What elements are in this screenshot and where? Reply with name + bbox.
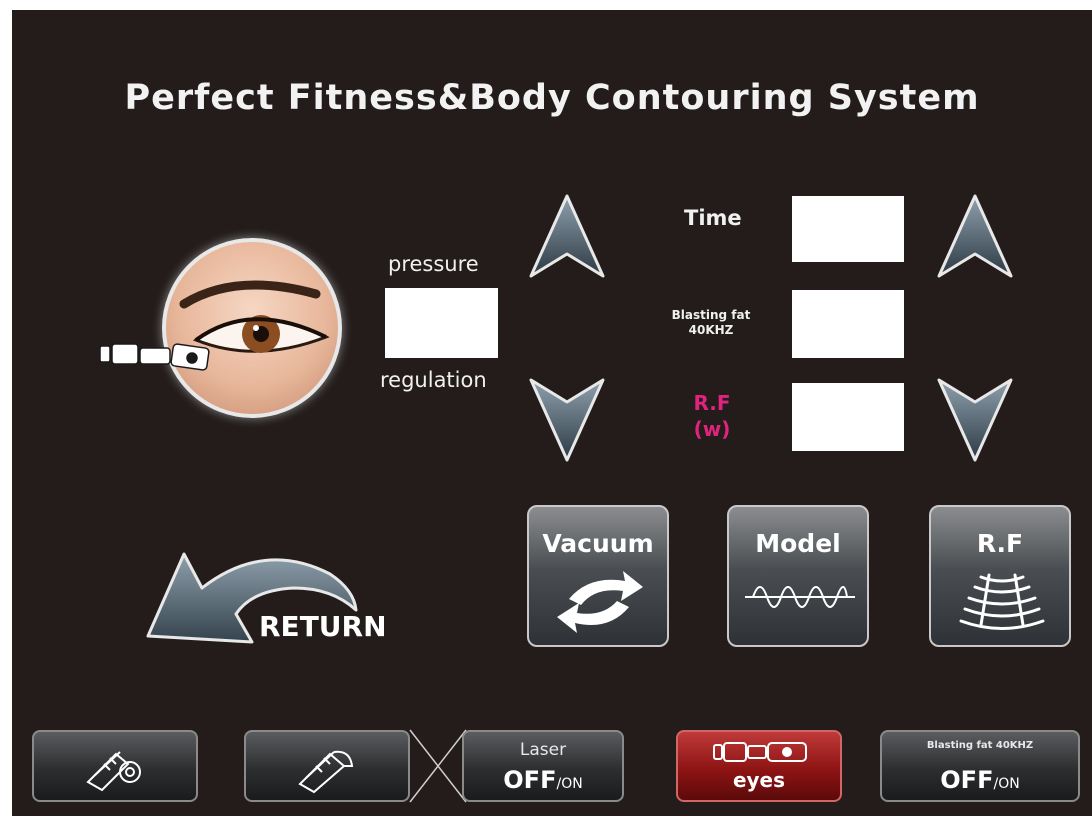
laser-on-text: /ON [556, 776, 583, 792]
eyes-label: eyes [732, 768, 786, 792]
laser-off-text: OFF [503, 766, 557, 794]
eyes-mode-button[interactable]: eyes [676, 730, 842, 802]
handpiece-2-button[interactable] [244, 730, 410, 802]
return-label: RETURN [259, 610, 387, 643]
blasting-fat-state: OFF/ON [882, 766, 1078, 794]
rf-power-label-line1: R.F [693, 391, 731, 415]
time-label: Time [684, 206, 742, 230]
regulation-label: regulation [380, 368, 487, 392]
pressure-label: pressure [388, 252, 479, 276]
eye-handpiece-icon [99, 343, 210, 371]
blasting-fat-toggle-button[interactable]: Blasting fat 40KHZ OFF/ON [880, 730, 1080, 802]
pressure-down-arrow-icon[interactable] [527, 374, 607, 464]
blasting-fat-toggle-label: Blasting fat 40KHZ [926, 740, 1034, 751]
rf-power-value-box[interactable] [792, 383, 904, 451]
rf-power-label: R.F (w) [672, 390, 752, 442]
laser-toggle-button[interactable]: Laser OFF/ON [462, 730, 624, 802]
blasting-fat-value-box[interactable] [792, 290, 904, 358]
parameter-down-arrow-icon[interactable] [935, 374, 1015, 464]
main-screen: Perfect Fitness&Body Contouring System p… [12, 10, 1092, 816]
rf-button[interactable]: R.F [929, 505, 1071, 647]
model-button[interactable]: Model [727, 505, 869, 647]
rf-handpiece-icon [298, 750, 354, 794]
parameter-up-arrow-icon[interactable] [935, 192, 1015, 282]
eye-treatment-illustration [162, 238, 342, 418]
sine-wave-icon [745, 586, 855, 608]
blasting-on-text: /ON [993, 776, 1020, 792]
return-button[interactable]: RETURN [144, 550, 424, 660]
blasting-off-text: OFF [940, 766, 994, 794]
time-value-box[interactable] [792, 196, 904, 262]
x-divider-icon [409, 729, 467, 803]
blasting-fat-label-line2: 40KHZ [688, 323, 734, 337]
handpiece-1-button[interactable] [32, 730, 198, 802]
rf-power-label-line2: (w) [693, 417, 731, 441]
laser-state: OFF/ON [464, 766, 622, 794]
rf-waves-icon [959, 573, 1045, 630]
pressure-up-arrow-icon[interactable] [527, 192, 607, 282]
vacuum-button[interactable]: Vacuum [527, 505, 669, 647]
pressure-value-box[interactable] [385, 288, 498, 358]
page-title: Perfect Fitness&Body Contouring System [124, 78, 980, 118]
blasting-fat-label-line1: Blasting fat [671, 308, 751, 322]
laser-label: Laser [519, 740, 567, 760]
roller-handpiece-icon [86, 751, 141, 792]
eye-image [162, 238, 342, 418]
blasting-fat-label: Blasting fat 40KHZ [656, 308, 766, 338]
return-arrow-icon [146, 552, 358, 644]
eye-handpiece-small-icon [713, 742, 807, 762]
vacuum-cycle-icon [557, 571, 643, 633]
